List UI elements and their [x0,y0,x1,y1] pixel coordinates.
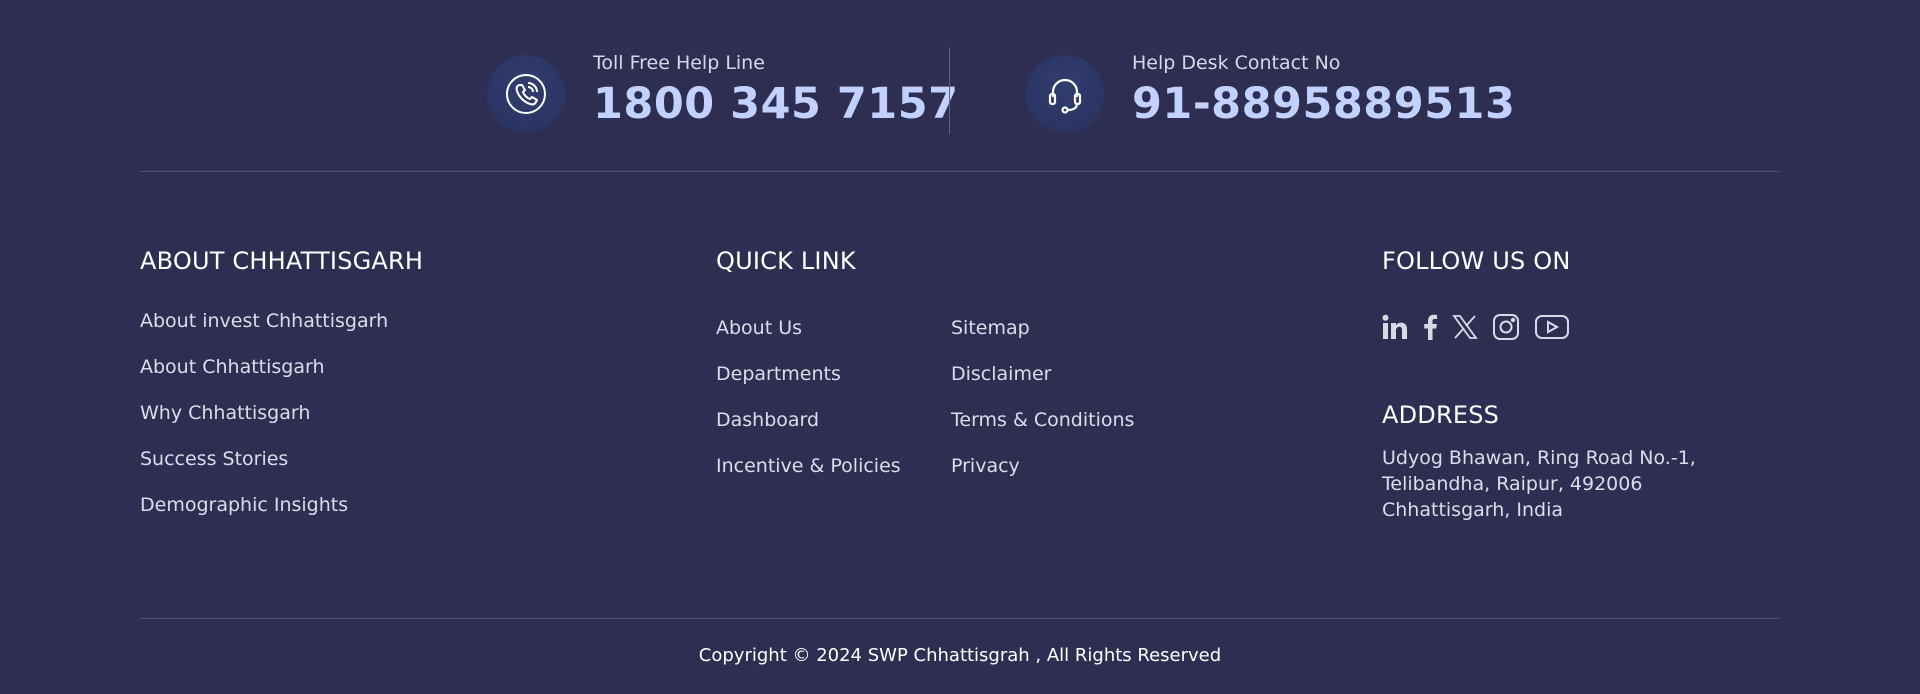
address-text: Udyog Bhawan, Ring Road No.-1, Telibandh… [1382,445,1702,523]
help-desk-block: Help Desk Contact No 91-8895889513 [1026,46,1515,133]
about-link-demographic[interactable]: Demographic Insights [140,493,423,539]
facebook-icon[interactable] [1422,314,1438,340]
quick-link-column: QUICK LINK [716,247,856,275]
about-column: ABOUT CHHATTISGARH About invest Chhattis… [140,247,423,539]
help-desk-label: Help Desk Contact No [1132,52,1341,74]
social-icons [1382,313,1571,341]
toll-free-number[interactable]: 1800 345 7157 [593,79,959,129]
bottom-divider [140,618,1779,619]
quick-link-departments[interactable]: Departments [716,362,901,408]
quick-link-terms[interactable]: Terms & Conditions [951,408,1134,454]
about-links: About invest Chhattisgarh About Chhattis… [140,309,423,539]
address-line-3: Chhattisgarh, India [1382,499,1564,521]
instagram-icon[interactable] [1492,313,1520,341]
copyright: Copyright © 2024 SWP Chhattisgrah , All … [698,645,1222,666]
quick-link-about-us[interactable]: About Us [716,316,901,362]
address-column: ADDRESS Udyog Bhawan, Ring Road No.-1, T… [1382,401,1702,523]
about-link-invest[interactable]: About invest Chhattisgarh [140,309,423,355]
phone-icon [487,55,565,133]
toll-free-label: Toll Free Help Line [593,52,765,74]
about-link-chhattisgarh[interactable]: About Chhattisgarh [140,355,423,401]
quick-link-incentive[interactable]: Incentive & Policies [716,454,901,500]
linkedin-icon[interactable] [1382,314,1408,340]
headset-icon [1026,55,1104,133]
address-title: ADDRESS [1382,401,1500,429]
quick-link-disclaimer[interactable]: Disclaimer [951,362,1134,408]
quick-link-privacy[interactable]: Privacy [951,454,1134,500]
helpline-divider [949,47,950,134]
helpline-section: Toll Free Help Line 1800 345 7157 Help D… [0,0,1920,172]
youtube-icon[interactable] [1534,313,1570,341]
top-divider [140,171,1779,172]
quick-link-sitemap[interactable]: Sitemap [951,316,1134,362]
address-line-1: Udyog Bhawan, Ring Road No.-1, [1382,447,1696,469]
help-desk-number[interactable]: 91-8895889513 [1132,79,1515,129]
x-icon[interactable] [1452,314,1478,340]
quick-link-title: QUICK LINK [716,247,856,275]
quick-links-col2: Sitemap Disclaimer Terms & Conditions Pr… [951,316,1134,500]
toll-free-block: Toll Free Help Line 1800 345 7157 [487,46,959,133]
quick-links-col1: About Us Departments Dashboard Incentive… [716,316,901,500]
about-link-why[interactable]: Why Chhattisgarh [140,401,423,447]
quick-link-dashboard[interactable]: Dashboard [716,408,901,454]
follow-column: FOLLOW US ON [1382,247,1571,341]
about-title: ABOUT CHHATTISGARH [140,247,424,275]
address-line-2: Telibandha, Raipur, 492006 [1382,473,1643,495]
follow-title: FOLLOW US ON [1382,247,1571,275]
about-link-success-stories[interactable]: Success Stories [140,447,423,493]
